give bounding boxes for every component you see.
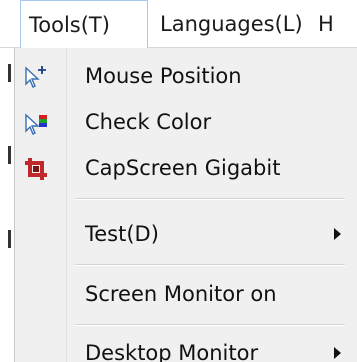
menu-item-check-color[interactable]: Check Color: [15, 100, 357, 144]
menu-languages[interactable]: Languages(L): [160, 0, 303, 48]
edge-mark: [8, 230, 11, 248]
menu-item-label: Check Color: [85, 110, 212, 134]
menu-item-screen-monitor-on[interactable]: Screen Monitor on: [15, 272, 357, 316]
tools-dropdown-menu: Mouse Position Check Color CapScreen Gig…: [14, 48, 357, 362]
app-root: Tools(T) Languages(L) H Mouse Position C…: [0, 0, 357, 362]
menu-item-label: Screen Monitor on: [85, 282, 277, 306]
crop-icon: [23, 156, 49, 182]
menu-item-label: CapScreen Gigabit: [85, 156, 281, 180]
menu-separator: [75, 264, 345, 266]
cursor-color-check-icon: [23, 110, 49, 136]
menu-item-capscreen-gigabit[interactable]: CapScreen Gigabit: [15, 146, 357, 190]
menu-item-mouse-position[interactable]: Mouse Position: [15, 54, 357, 98]
edge-mark: [8, 64, 11, 82]
submenu-arrow-icon: [334, 228, 341, 240]
menu-separator: [75, 198, 345, 200]
menu-item-label: Desktop Monitor: [85, 341, 259, 362]
mouse-cursor-plus-icon: [23, 64, 49, 90]
menu-separator: [75, 324, 345, 326]
menu-bar: Tools(T) Languages(L) H: [0, 0, 357, 49]
menu-item-label: Test(D): [85, 222, 159, 246]
menu-item-desktop-monitor[interactable]: Desktop Monitor: [15, 331, 357, 362]
submenu-arrow-icon: [334, 347, 341, 359]
menu-tools[interactable]: Tools(T): [20, 0, 148, 49]
background-window-edge: [0, 48, 14, 362]
edge-mark: [8, 146, 11, 164]
menu-item-label: Mouse Position: [85, 64, 242, 88]
menu-item-test[interactable]: Test(D): [15, 212, 357, 256]
menu-help[interactable]: H: [318, 0, 334, 48]
